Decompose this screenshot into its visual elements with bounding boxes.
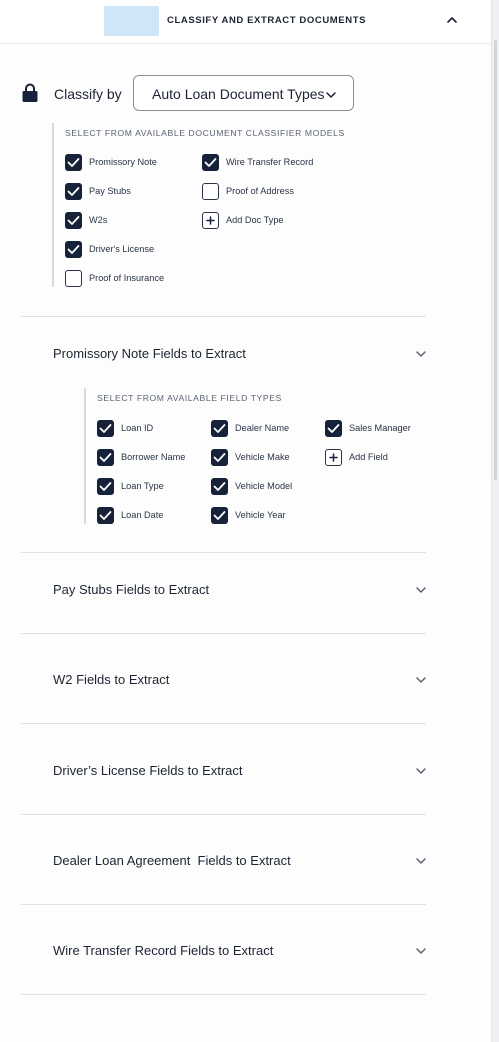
field-option-loan-type[interactable]: Loan Type xyxy=(97,478,197,496)
checkbox-checked[interactable] xyxy=(65,154,82,171)
checkbox-checked[interactable] xyxy=(65,212,82,229)
checkbox-checked[interactable] xyxy=(97,420,114,437)
field-option-borrower-name[interactable]: Borrower Name xyxy=(97,449,197,467)
checkbox-checked[interactable] xyxy=(97,449,114,466)
option-label: Vehicle Make xyxy=(235,452,290,462)
field-option-loan-date[interactable]: Loan Date xyxy=(97,507,197,525)
checkbox-checked[interactable] xyxy=(202,154,219,171)
option-label: Wire Transfer Record xyxy=(226,157,314,167)
divider xyxy=(21,316,426,317)
option-label: Proof of Address xyxy=(226,186,294,196)
option-label: Dealer Name xyxy=(235,423,290,433)
add-field-label: Add Field xyxy=(349,452,388,462)
divider xyxy=(21,633,426,634)
header-tile xyxy=(104,6,159,36)
chevron-up-icon[interactable] xyxy=(444,12,460,28)
classify-by-label: Classify by xyxy=(54,86,122,102)
field-option-vehicle-model[interactable]: Vehicle Model xyxy=(211,478,311,496)
classifier-option-proof-of-insurance[interactable]: Proof of Insurance xyxy=(65,270,185,288)
add-doc-type-button[interactable]: Add Doc Type xyxy=(202,212,332,230)
classifier-models-heading: SELECT FROM AVAILABLE DOCUMENT CLASSIFIE… xyxy=(65,128,345,138)
checkbox-checked[interactable] xyxy=(97,507,114,524)
option-label: Pay Stubs xyxy=(89,186,131,196)
chevron-down-icon[interactable] xyxy=(415,854,427,866)
field-option-vehicle-year[interactable]: Vehicle Year xyxy=(211,507,311,525)
section-title-dealer-loan-agreement[interactable]: Dealer Loan Agreement Fields to Extract xyxy=(53,853,291,868)
checkbox-checked[interactable] xyxy=(65,241,82,258)
checkbox-checked[interactable] xyxy=(211,420,228,437)
add-field-button[interactable]: Add Field xyxy=(325,449,425,467)
option-label: Promissory Note xyxy=(89,157,157,167)
option-label: Borrower Name xyxy=(121,452,186,462)
divider xyxy=(21,994,426,995)
chevron-down-icon[interactable] xyxy=(415,944,427,956)
field-option-vehicle-make[interactable]: Vehicle Make xyxy=(211,449,311,467)
option-label: Vehicle Model xyxy=(235,481,293,491)
scrollbar-thumb[interactable] xyxy=(494,40,497,480)
chevron-down-icon[interactable] xyxy=(415,347,427,359)
option-label: W2s xyxy=(89,215,108,225)
classifier-option-proof-of-address[interactable]: Proof of Address xyxy=(202,183,332,201)
field-option-dealer-name[interactable]: Dealer Name xyxy=(211,420,311,438)
classifier-selected-value: Auto Loan Document Types xyxy=(152,86,325,102)
option-label: Loan Date xyxy=(121,510,164,520)
checkbox-checked[interactable] xyxy=(211,449,228,466)
classifier-models-group xyxy=(52,123,54,287)
checkbox-checked[interactable] xyxy=(325,420,342,437)
checkbox-checked[interactable] xyxy=(97,478,114,495)
classifier-select[interactable]: Auto Loan Document Types xyxy=(133,75,354,111)
chevron-down-icon[interactable] xyxy=(415,583,427,595)
divider xyxy=(21,723,426,724)
scrollbar-track[interactable] xyxy=(491,0,499,1042)
plus-icon xyxy=(202,212,219,229)
option-label: Sales Manager xyxy=(349,423,411,433)
field-types-heading: SELECT FROM AVAILABLE FIELD TYPES xyxy=(97,393,282,403)
option-label: Loan Type xyxy=(121,481,164,491)
checkbox-checked[interactable] xyxy=(211,507,228,524)
divider xyxy=(21,904,426,905)
classifier-option-pay-stubs[interactable]: Pay Stubs xyxy=(65,183,185,201)
add-doc-type-label: Add Doc Type xyxy=(226,215,284,225)
option-label: Proof of Insurance xyxy=(89,273,165,283)
lock-icon xyxy=(21,83,39,103)
chevron-down-icon[interactable] xyxy=(415,764,427,776)
field-types-group xyxy=(84,388,86,524)
section-title-pay-stubs[interactable]: Pay Stubs Fields to Extract xyxy=(53,582,209,597)
classifier-option-wire-transfer-record[interactable]: Wire Transfer Record xyxy=(202,154,332,172)
section-title-promissory-note[interactable]: Promissory Note Fields to Extract xyxy=(53,346,246,361)
panel-header: CLASSIFY AND EXTRACT DOCUMENTS xyxy=(0,0,491,44)
classifier-option-w2s[interactable]: W2s xyxy=(65,212,185,230)
checkbox-unchecked[interactable] xyxy=(202,183,219,200)
field-option-loan-id[interactable]: Loan ID xyxy=(97,420,197,438)
option-label: Loan ID xyxy=(121,423,154,433)
option-label: Vehicle Year xyxy=(235,510,286,520)
divider xyxy=(21,814,426,815)
panel-title: CLASSIFY AND EXTRACT DOCUMENTS xyxy=(167,15,367,26)
checkbox-unchecked[interactable] xyxy=(65,270,82,287)
section-title-wire-transfer-record[interactable]: Wire Transfer Record Fields to Extract xyxy=(53,943,273,958)
chevron-down-icon xyxy=(325,88,337,100)
plus-icon xyxy=(325,449,342,466)
checkbox-checked[interactable] xyxy=(211,478,228,495)
section-title-w2[interactable]: W2 Fields to Extract xyxy=(53,672,169,687)
section-title-drivers-license[interactable]: Driver’s License Fields to Extract xyxy=(53,763,243,778)
divider xyxy=(21,552,426,553)
option-label: Driver's License xyxy=(89,244,155,254)
field-option-sales-manager[interactable]: Sales Manager xyxy=(325,420,425,438)
chevron-down-icon[interactable] xyxy=(415,673,427,685)
checkbox-checked[interactable] xyxy=(65,183,82,200)
classifier-option-drivers-license[interactable]: Driver's License xyxy=(65,241,185,259)
classifier-option-promissory-note[interactable]: Promissory Note xyxy=(65,154,185,172)
